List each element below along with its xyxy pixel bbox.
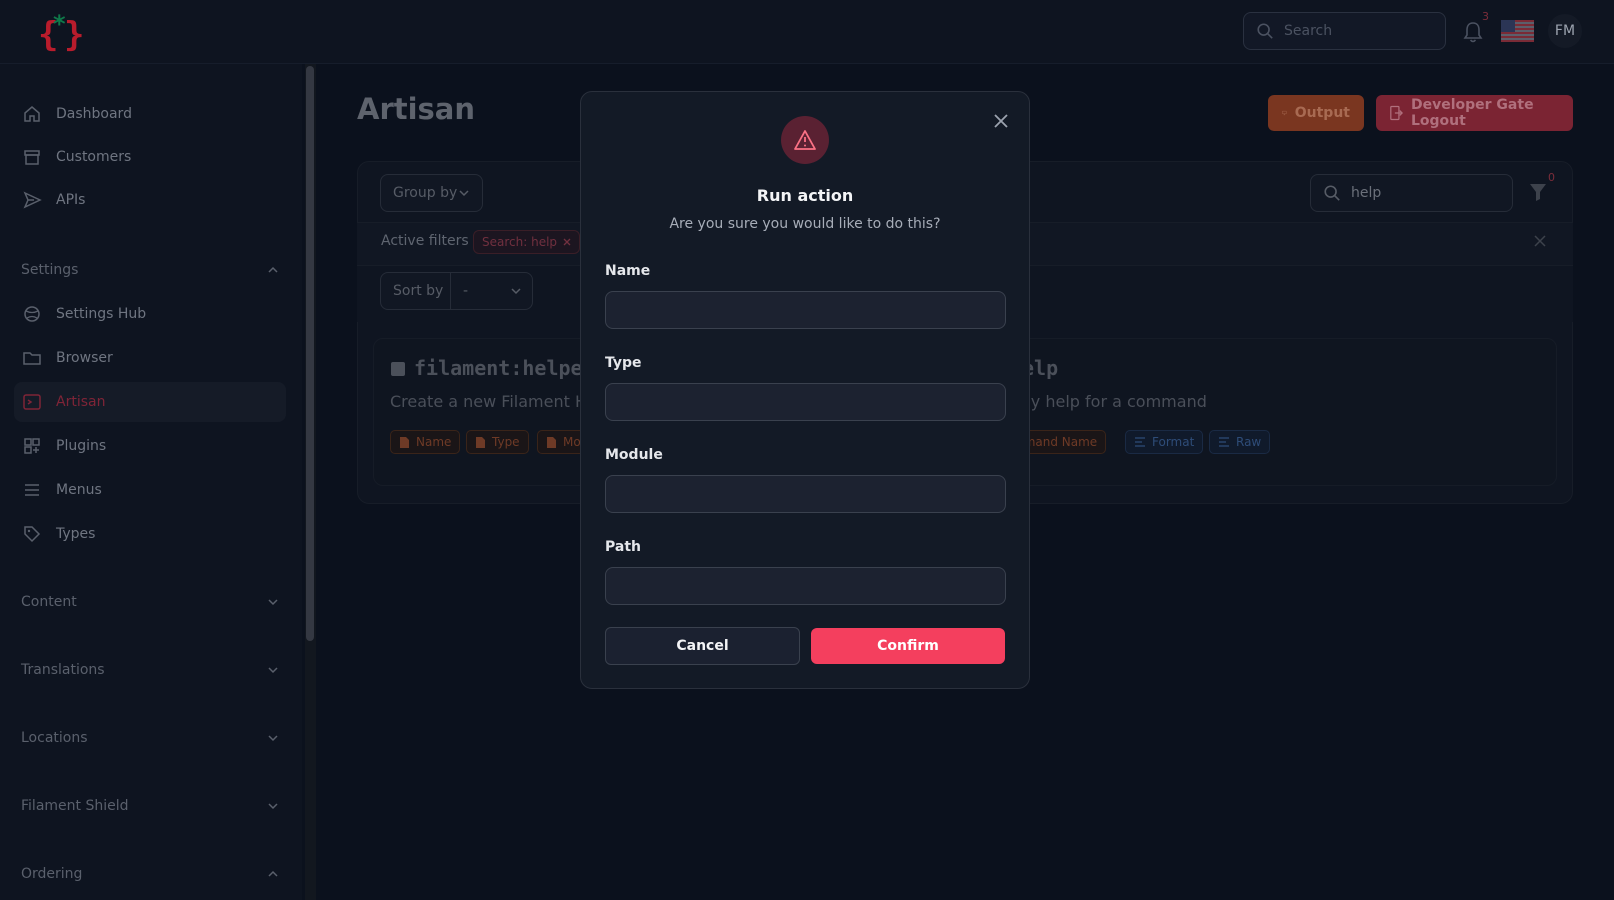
name-field[interactable] xyxy=(605,291,1006,329)
type-field-label: Type xyxy=(605,355,642,371)
name-field-label: Name xyxy=(605,263,651,279)
warning-icon xyxy=(794,130,816,150)
confirm-button[interactable]: Confirm xyxy=(811,628,1005,664)
cancel-button[interactable]: Cancel xyxy=(605,627,800,665)
modal-title: Run action xyxy=(756,186,854,205)
modal-description: Are you sure you would like to do this? xyxy=(669,216,941,232)
module-field[interactable] xyxy=(605,475,1006,513)
close-icon[interactable] xyxy=(991,111,1011,131)
path-field[interactable] xyxy=(605,567,1006,605)
path-field-label: Path xyxy=(605,539,641,555)
module-field-label: Module xyxy=(605,447,663,463)
warning-icon-wrap xyxy=(781,116,829,164)
type-field[interactable] xyxy=(605,383,1006,421)
